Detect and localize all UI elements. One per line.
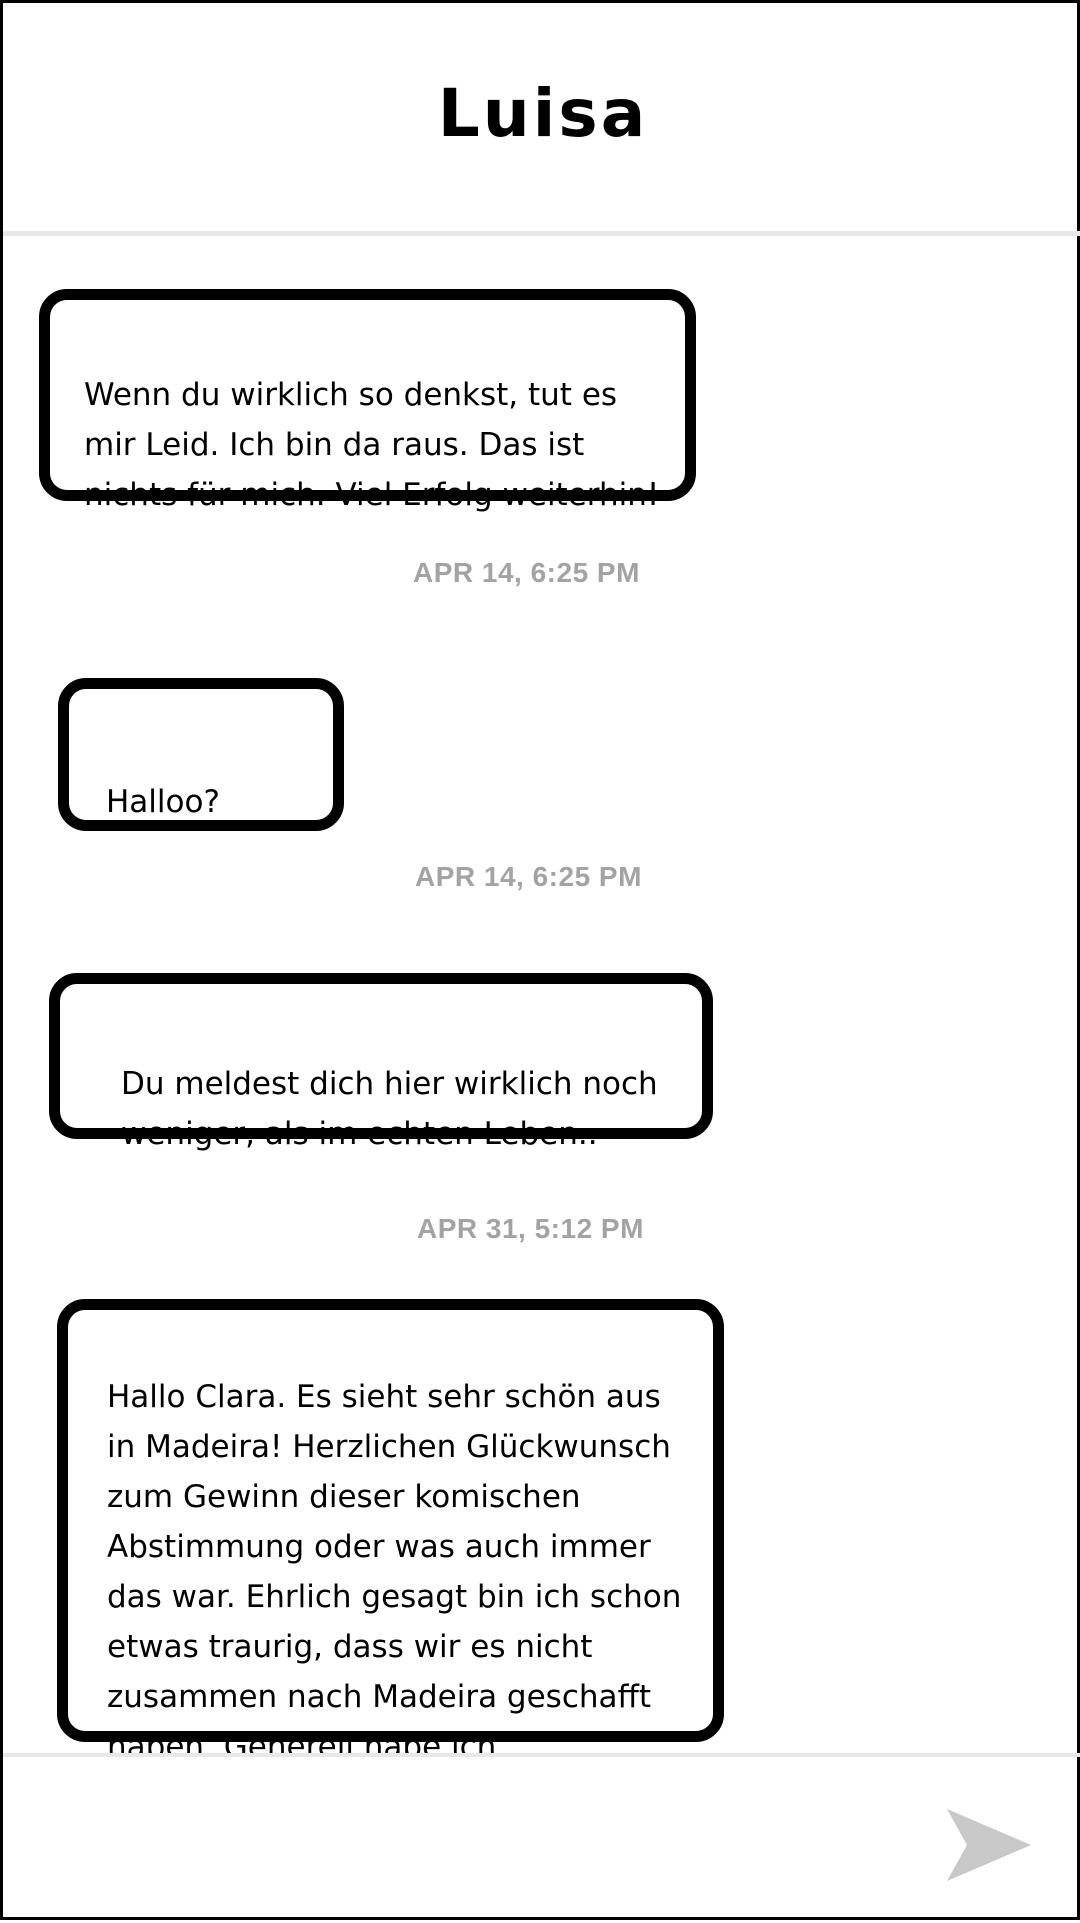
message-list[interactable]: Wenn du wirklich so denkst, tut es mir L… — [3, 241, 1080, 1753]
chat-screen: Luisa Wenn du wirklich so denkst, tut es… — [0, 0, 1080, 1920]
message-timestamp: APR 14, 6:25 PM — [415, 861, 642, 892]
message-text: Halloo? — [106, 784, 220, 820]
chat-header: Luisa — [3, 3, 1080, 236]
message-composer[interactable] — [3, 1753, 1080, 1923]
message-bubble[interactable]: Halloo? — [58, 678, 344, 831]
message-timestamp: APR 31, 5:12 PM — [417, 1213, 644, 1244]
message-bubble[interactable]: Du meldest dich hier wirklich noch wenig… — [49, 973, 713, 1152]
contact-name[interactable]: Luisa — [438, 75, 649, 152]
message-text: Hallo Clara. Es sieht sehr schön aus in … — [107, 1379, 682, 1753]
message-text: Wenn du wirklich so denkst, tut es mir L… — [84, 377, 660, 513]
message-text: Du meldest dich hier wirklich noch wenig… — [121, 1066, 658, 1152]
send-arrow-icon — [947, 1809, 1031, 1881]
message-timestamp: APR 14, 6:25 PM — [413, 557, 640, 588]
message-bubble[interactable]: Hallo Clara. Es sieht sehr schön aus in … — [57, 1299, 724, 1753]
message-bubble[interactable]: Wenn du wirklich so denkst, tut es mir L… — [39, 289, 696, 513]
send-button[interactable] — [947, 1807, 1031, 1883]
